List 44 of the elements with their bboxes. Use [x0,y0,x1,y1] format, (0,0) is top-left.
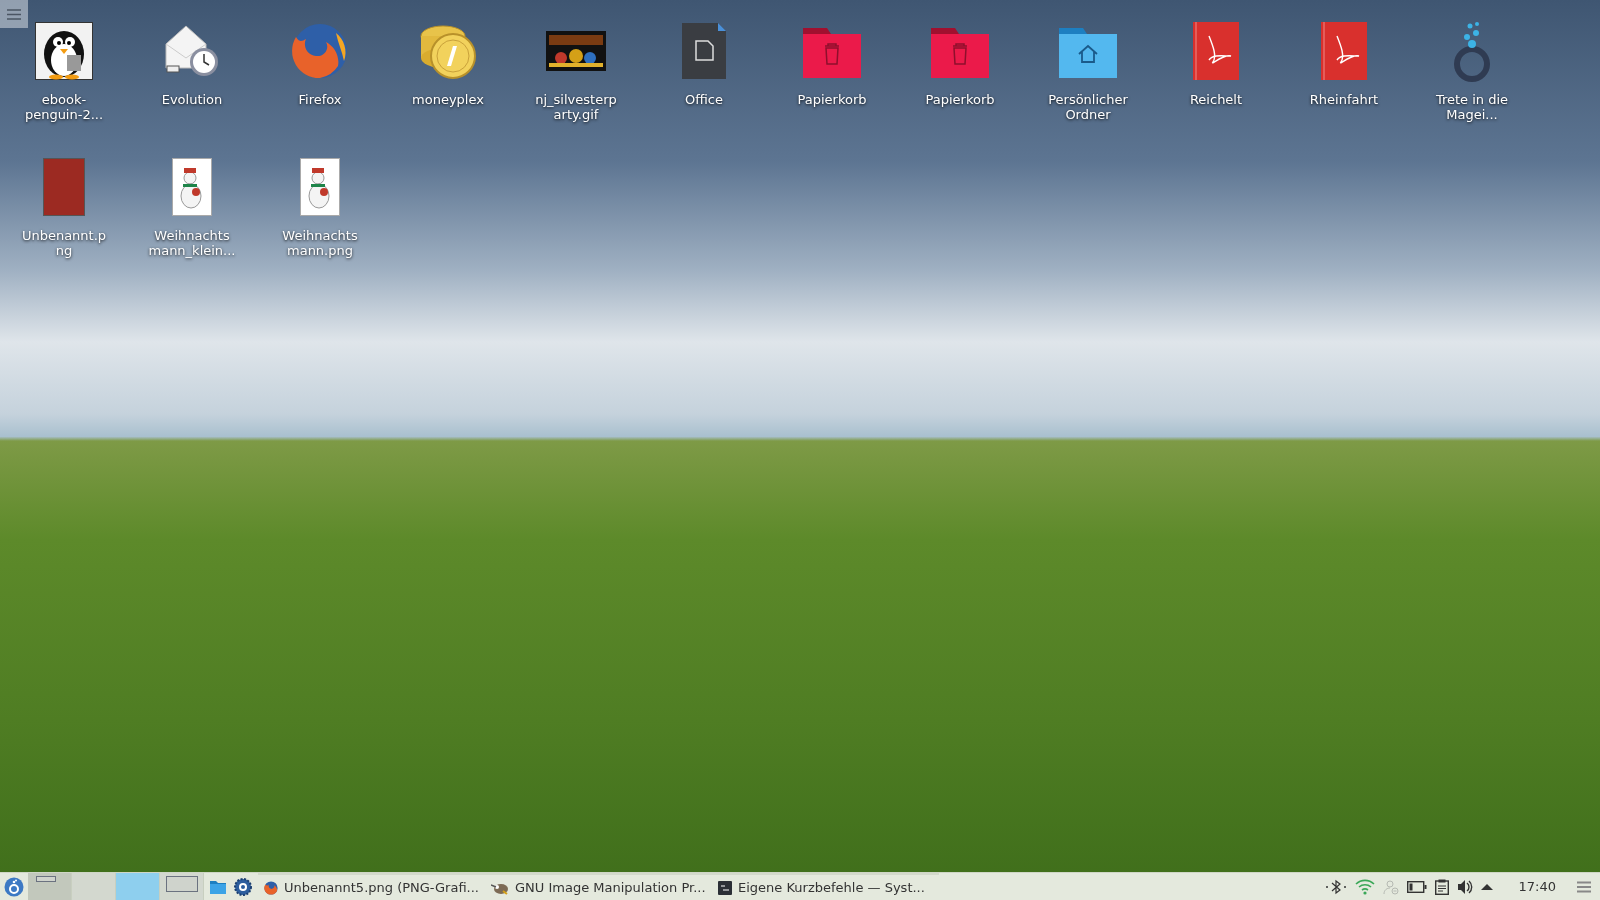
battery-icon[interactable] [1406,880,1427,893]
document-icon [682,23,726,79]
virtual-desktop[interactable] [28,872,72,900]
icon-label[interactable]: ebook- penguin-2... [24,92,104,122]
penguin-icon [35,22,93,80]
coins-icon [417,22,479,80]
terminal-icon [718,880,732,895]
virtual-desktop[interactable] [160,872,204,900]
launcher-icon [4,876,24,897]
firefox-icon [264,879,279,896]
wifi-icon[interactable] [1354,878,1375,895]
icon-label[interactable]: Evolution [161,92,223,107]
folder-icon[interactable] [210,879,226,894]
snowman-image-thumbnail [300,158,340,216]
icon-label[interactable]: Reichelt [1189,92,1243,107]
window-thumbnail [166,875,198,892]
pdf-document-icon [1193,22,1239,80]
icon-label[interactable]: Firefox [298,92,342,107]
firefox-icon [290,21,350,81]
up-arrow-icon[interactable] [1480,882,1493,891]
pdf-document-icon [1321,22,1367,80]
icon-label[interactable]: Trete in die Magei... [1435,92,1509,122]
snowman-image-thumbnail [172,158,212,216]
icon-label[interactable]: Papierkorb [797,92,867,107]
menu-icon [1577,880,1591,893]
volume-icon[interactable] [1456,878,1473,895]
taskbar-task[interactable]: Unbenannt5.png (PNG-Grafi... [258,872,485,900]
icon-label[interactable]: Persönlicher Ordner [1048,92,1128,122]
menu-button[interactable] [0,0,28,28]
taskbar-task[interactable]: GNU Image Manipulation Pr... [485,872,712,900]
icon-label[interactable]: Rheinfahrt [1309,92,1379,107]
clock[interactable]: 17:40 [1518,876,1556,897]
icon-label[interactable]: moneyplex [412,92,484,107]
photo-placeholder [43,158,85,216]
image-thumbnail [546,31,606,71]
clipboard-icon[interactable] [1434,878,1449,895]
taskbar-task[interactable]: Eigene Kurzbefehle — Syst... [712,872,939,900]
icon-label[interactable]: Papierkorb [925,92,995,107]
gear-icon[interactable] [234,877,252,896]
icon-label[interactable]: nj_silvesterp arty.gif [535,92,617,122]
icon-label[interactable]: Office [685,92,723,107]
menu-icon [7,8,21,20]
bluetooth-icon[interactable] [1324,878,1347,895]
window-thumbnail [36,875,56,882]
